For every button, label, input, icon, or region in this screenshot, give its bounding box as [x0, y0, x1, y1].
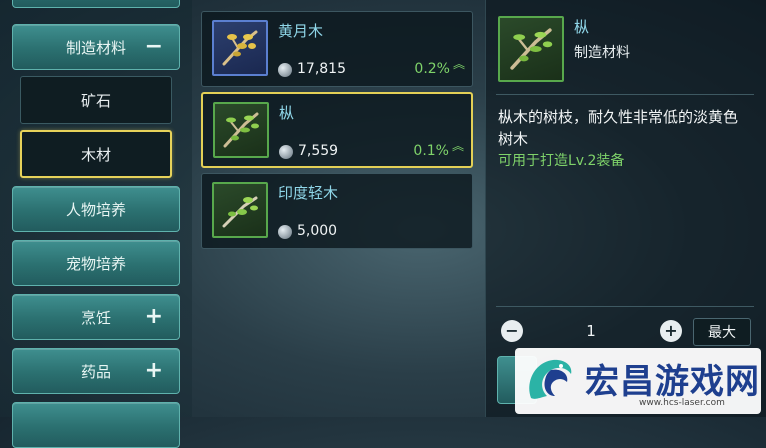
subcategory-label: 矿石 — [80, 91, 111, 110]
divider — [496, 94, 754, 95]
collapse-icon[interactable]: − — [145, 36, 163, 58]
item-card[interactable]: 黄月木 17,815 0.2% ︽ — [201, 11, 473, 87]
coin-icon — [279, 145, 293, 159]
category-label: 烹饪 — [80, 308, 111, 327]
fir-branch-icon — [213, 102, 269, 158]
golden-branch-icon — [212, 20, 268, 76]
watermark-url: www.hcs-laser.com — [639, 398, 725, 408]
item-price: 5,000 — [297, 223, 338, 239]
detail-item-name: 枞 — [574, 18, 590, 36]
watermark: 宏昌游戏网 www.hcs-laser.com — [515, 348, 761, 414]
max-quantity-button[interactable]: 最大 — [693, 318, 751, 346]
item-name: 黄月木 — [278, 22, 324, 40]
expand-icon[interactable]: + — [145, 306, 163, 328]
item-card-selected[interactable]: 枞 7,559 0.1% ︽ — [201, 92, 473, 168]
category-crafting-materials[interactable]: 制造材料 − — [12, 24, 180, 70]
item-price: 7,559 — [298, 143, 339, 159]
item-card[interactable]: 印度轻木 5,000 — [201, 173, 473, 249]
expand-icon[interactable]: + — [145, 360, 163, 382]
category-label: 药品 — [80, 362, 111, 381]
category-pet-training[interactable]: 宠物培养 — [12, 240, 180, 286]
detail-usage: 可用于打造Lv.2装备 — [498, 153, 625, 169]
subcategory-wood[interactable]: 木材 — [20, 130, 172, 178]
detail-item-type: 制造材料 — [574, 45, 630, 61]
item-name: 印度轻木 — [278, 184, 339, 202]
category-cooking[interactable]: 烹饪 + — [12, 294, 180, 340]
fir-branch-icon — [498, 16, 564, 82]
divider — [496, 306, 754, 307]
price-up-icon: ︽ — [452, 139, 465, 153]
price-up-icon: ︽ — [453, 57, 466, 71]
subcategory-label: 木材 — [80, 145, 111, 164]
detail-description: 枞木的树枝，耐久性非常低的淡黄色树木 — [498, 108, 739, 148]
subcategory-ore[interactable]: 矿石 — [20, 76, 172, 124]
category-button-partial[interactable] — [12, 0, 180, 8]
coin-icon — [278, 63, 292, 77]
coin-icon — [278, 225, 292, 239]
category-character-training[interactable]: 人物培养 — [12, 186, 180, 232]
category-label: 人物培养 — [65, 200, 126, 219]
category-medicine[interactable]: 药品 + — [12, 348, 180, 394]
dragon-logo-icon — [529, 359, 572, 399]
balsa-branch-icon — [212, 182, 268, 238]
category-label: 制造材料 — [65, 38, 126, 57]
quantity-value[interactable]: 1 — [528, 322, 654, 340]
price-change: 0.1% — [413, 143, 449, 159]
decrease-quantity-button[interactable]: − — [501, 320, 523, 342]
watermark-title: 宏昌游戏网 — [585, 362, 760, 402]
item-price: 17,815 — [297, 61, 346, 77]
category-label: 宠物培养 — [65, 254, 126, 273]
increase-quantity-button[interactable]: + — [660, 320, 682, 342]
category-button-partial[interactable] — [12, 402, 180, 448]
price-change: 0.2% — [414, 61, 450, 77]
item-name: 枞 — [279, 104, 295, 122]
